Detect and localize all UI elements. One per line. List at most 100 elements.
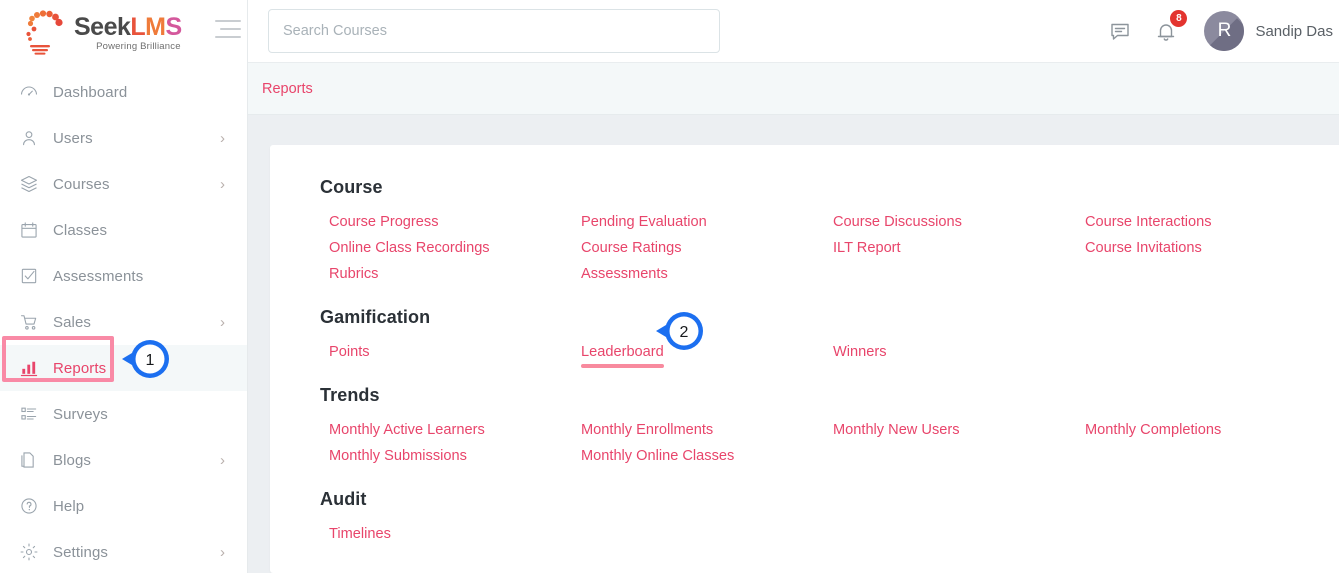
report-link[interactable]: Course Discussions — [824, 209, 962, 235]
report-link[interactable]: Monthly New Users — [824, 417, 960, 443]
notification-badge: 8 — [1170, 10, 1188, 27]
report-link[interactable]: Points — [320, 339, 370, 365]
sidebar: SeekLMS Powering Brilliance Dashboard Us… — [0, 0, 248, 573]
main-area: 8 R Sandip Das Reports — [248, 0, 1339, 573]
report-link-column: Winners — [824, 339, 1076, 365]
sidebar-label: Sales — [53, 313, 92, 331]
sidebar-item-settings[interactable]: Settings › — [0, 529, 247, 573]
report-link-grid: Points Leaderboard Winners — [320, 339, 1328, 368]
document-icon — [18, 449, 40, 471]
gauge-icon — [18, 81, 40, 103]
bell-icon[interactable]: 8 — [1154, 10, 1188, 43]
logo-l-text: L — [130, 13, 146, 41]
calendar-icon — [18, 219, 40, 241]
report-link-column: Points — [320, 339, 572, 365]
sidebar-label: Classes — [53, 221, 108, 239]
list-icon — [18, 403, 40, 425]
report-link[interactable]: Monthly Online Classes — [572, 443, 734, 469]
report-link-column: Monthly Active Learners Monthly Submissio… — [320, 417, 572, 469]
hamburger-icon[interactable] — [211, 20, 241, 44]
sidebar-label: Surveys — [53, 405, 108, 423]
sidebar-item-help[interactable]: Help — [0, 483, 247, 529]
sidebar-item-sales[interactable]: Sales › — [0, 299, 247, 345]
report-link-column: Timelines — [320, 521, 572, 547]
report-link[interactable]: Course Invitations — [1076, 235, 1202, 261]
report-link[interactable]: Monthly Active Learners — [320, 417, 485, 443]
section-title: Audit — [320, 489, 367, 509]
logo-seek-text: Seek — [74, 13, 131, 41]
sidebar-item-surveys[interactable]: Surveys — [0, 391, 247, 437]
report-link-grid: Monthly Active Learners Monthly Submissio… — [320, 417, 1328, 469]
sidebar-item-assessments[interactable]: Assessments — [0, 253, 247, 299]
sidebar-label: Help — [53, 497, 85, 515]
breadcrumb[interactable]: Reports — [262, 81, 313, 97]
report-link-column — [572, 521, 824, 547]
report-link[interactable]: ILT Report — [824, 235, 901, 261]
report-link[interactable]: Course Interactions — [1076, 209, 1212, 235]
report-link[interactable]: Course Progress — [320, 209, 439, 235]
report-link-column: Monthly Enrollments Monthly Online Classe… — [572, 417, 824, 469]
report-link-column: Course Discussions ILT Report — [824, 209, 1076, 287]
sidebar-label: Blogs — [53, 451, 92, 469]
report-link[interactable]: Rubrics — [320, 261, 378, 287]
sidebar-item-classes[interactable]: Classes — [0, 207, 247, 253]
chevron-right-icon: › — [220, 175, 225, 193]
report-sections: Course Course Progress Online Class Record… — [320, 177, 1328, 547]
content-area: Course Course Progress Online Class Record… — [248, 115, 1339, 573]
breadcrumb-bar: Reports — [248, 63, 1339, 115]
report-link-column: Monthly Completions — [1076, 417, 1328, 469]
report-link-column: Pending Evaluation Course Ratings Assessme… — [572, 209, 824, 287]
sidebar-label: Users — [53, 129, 93, 147]
logo-s-text: S — [165, 13, 183, 41]
report-link[interactable]: Winners — [824, 339, 887, 365]
report-section: Trends Monthly Active Learners Monthly Sub… — [320, 385, 1328, 469]
report-link-column: Course Interactions Course Invitations — [1076, 209, 1328, 287]
sidebar-item-blogs[interactable]: Blogs › — [0, 437, 247, 483]
report-link[interactable]: Monthly Submissions — [320, 443, 467, 469]
app-root: SeekLMS Powering Brilliance Dashboard Us… — [0, 0, 1339, 573]
report-link-column: Leaderboard — [572, 339, 824, 368]
sidebar-label: Settings — [53, 543, 108, 561]
report-section: Gamification Points Leaderboard Winners — [320, 307, 1328, 368]
gear-icon — [18, 541, 40, 563]
sidebar-item-users[interactable]: Users › — [0, 115, 247, 161]
sidebar-item-courses[interactable]: Courses › — [0, 161, 247, 207]
user-menu[interactable]: R Sandip Das — [1204, 11, 1339, 51]
avatar-initial: R — [1217, 20, 1232, 41]
avatar: R — [1204, 11, 1245, 51]
report-link[interactable]: Online Class Recordings — [320, 235, 490, 261]
report-link[interactable]: Monthly Enrollments — [572, 417, 713, 443]
layers-icon — [18, 173, 40, 195]
sidebar-label: Dashboard — [53, 83, 128, 101]
cart-icon — [18, 311, 40, 333]
report-link[interactable]: Course Ratings — [572, 235, 682, 261]
search-input[interactable] — [268, 9, 720, 53]
report-link[interactable]: Monthly Completions — [1076, 417, 1221, 443]
sidebar-item-dashboard[interactable]: Dashboard — [0, 69, 247, 115]
logo-wordmark: SeekLMS Powering Brilliance — [74, 13, 183, 53]
report-link[interactable]: Leaderboard — [572, 339, 664, 368]
chat-icon[interactable] — [1108, 19, 1132, 43]
chevron-right-icon: › — [220, 451, 225, 469]
chevron-right-icon: › — [220, 313, 225, 331]
logo[interactable]: SeekLMS Powering Brilliance — [0, 0, 247, 63]
top-bar: 8 R Sandip Das — [248, 0, 1339, 63]
report-link-column: Monthly New Users — [824, 417, 1076, 469]
report-link[interactable]: Pending Evaluation — [572, 209, 707, 235]
report-link-column — [1076, 339, 1328, 365]
report-section: Audit Timelines — [320, 489, 1328, 547]
bar-chart-icon — [18, 357, 40, 379]
report-link[interactable]: Timelines — [320, 521, 391, 547]
logo-mark-icon — [16, 7, 78, 57]
report-link-column — [1076, 521, 1328, 547]
logo-m-text: M — [145, 13, 166, 41]
report-link-grid: Timelines — [320, 521, 1328, 547]
logo-tagline: Powering Brilliance — [96, 41, 181, 52]
section-title: Course — [320, 177, 383, 197]
question-circle-icon — [18, 495, 40, 517]
sidebar-item-reports[interactable]: Reports — [0, 345, 247, 391]
section-title: Gamification — [320, 307, 431, 327]
sidebar-nav: Dashboard Users › Courses › Classes Asse… — [0, 63, 247, 573]
report-section: Course Course Progress Online Class Record… — [320, 177, 1328, 287]
report-link[interactable]: Assessments — [572, 261, 668, 287]
